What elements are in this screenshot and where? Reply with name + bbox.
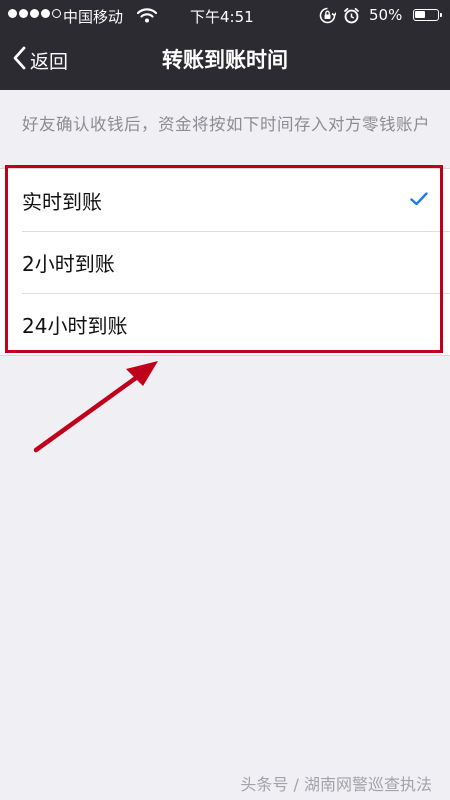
- watermark-text: 头条号 / 湖南网警巡查执法: [240, 775, 432, 794]
- annotation-arrow: [33, 361, 158, 453]
